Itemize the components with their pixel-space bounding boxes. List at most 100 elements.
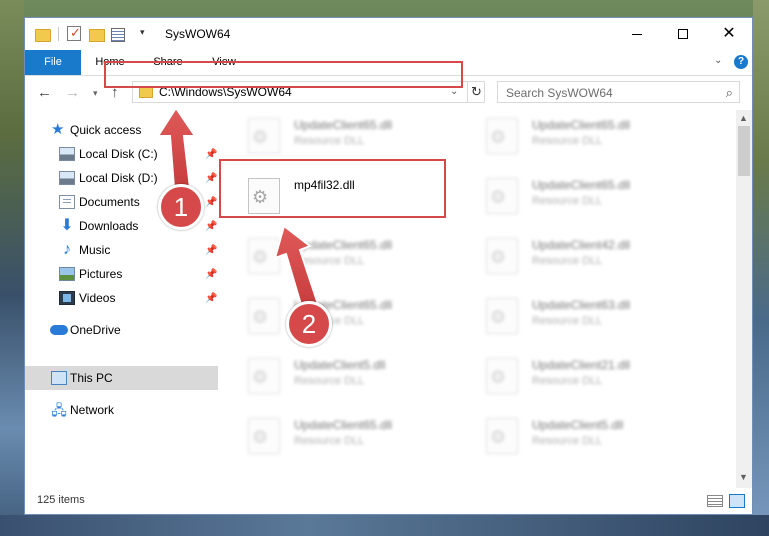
folder-icon[interactable]	[35, 26, 51, 42]
back-arrow-icon[interactable]: ←	[37, 84, 52, 101]
details-view-icon[interactable]	[707, 495, 723, 507]
scroll-down-arrow-icon[interactable]: ▼	[739, 472, 748, 482]
sidebar-item-this-pc[interactable]: This PC	[25, 366, 218, 390]
sidebar-item-label: Local Disk (C:)	[79, 147, 158, 161]
sidebar-item-music[interactable]: ♪ Music 📌	[25, 238, 218, 262]
pin-icon[interactable]: 📌	[205, 197, 217, 208]
file-tile[interactable]: UpdateClient21.dll Resource DLL	[456, 350, 686, 406]
file-name: UpdateClient5.dll	[294, 358, 386, 372]
tab-file[interactable]: File	[25, 50, 81, 75]
title-bar: ▾ SysWOW64 ✕	[25, 18, 752, 50]
sidebar-item-label: Documents	[79, 195, 140, 209]
file-tile[interactable]: UpdateClient65.dll Resource DLL	[218, 410, 448, 466]
maximize-icon	[678, 29, 688, 39]
documents-icon	[59, 195, 75, 209]
large-icons-view-icon[interactable]	[729, 494, 745, 508]
computer-icon	[51, 371, 67, 385]
file-tile[interactable]: UpdateClient65.dll Resource DLL	[218, 230, 448, 286]
file-tile[interactable]: UpdateClient65.dll Resource DLL	[218, 110, 448, 166]
desktop-background-left	[0, 0, 24, 536]
file-tile[interactable]: UpdateClient65.dll Resource DLL	[218, 290, 448, 346]
file-name: UpdateClient65.dll	[294, 238, 393, 252]
dll-file-icon	[248, 238, 280, 274]
file-name: UpdateClient65.dll	[294, 418, 393, 432]
sidebar-item-label: Videos	[79, 291, 116, 305]
file-name: UpdateClient42.dll	[532, 238, 631, 252]
sidebar-item-network[interactable]: 🖧 Network	[25, 398, 218, 422]
file-name: UpdateClient65.dll	[294, 118, 393, 132]
refresh-icon[interactable]: ↻	[467, 82, 485, 102]
search-icon[interactable]: ⌕	[726, 85, 733, 101]
search-input[interactable]: Search SysWOW64 ⌕	[497, 81, 740, 103]
sidebar-item-label: Pictures	[79, 267, 123, 281]
file-tile[interactable]: UpdateClient5.dll Resource DLL	[456, 410, 686, 466]
pin-icon[interactable]: 📌	[205, 149, 217, 160]
maximize-button[interactable]	[660, 18, 706, 50]
file-tile[interactable]: UpdateClient65.dll Resource DLL	[456, 170, 686, 226]
sidebar-item-label: Quick access	[70, 123, 142, 137]
pin-icon[interactable]: 📌	[205, 293, 217, 304]
quick-access-dropdown-icon[interactable]: ▾	[140, 27, 145, 38]
close-icon: ✕	[722, 25, 736, 42]
status-bar: 125 items	[25, 488, 752, 514]
customize-toolbar-icon[interactable]	[111, 26, 131, 42]
sidebar-item-label: Local Disk (D:)	[79, 171, 158, 185]
sidebar-item-pictures[interactable]: Pictures 📌	[25, 262, 218, 286]
close-button[interactable]: ✕	[706, 18, 752, 50]
file-name: UpdateClient21.dll	[532, 358, 631, 372]
sidebar-item-quick-access[interactable]: ★ Quick access	[25, 118, 218, 142]
cloud-icon	[50, 325, 68, 335]
file-type: Resource DLL	[532, 135, 603, 147]
step-1-badge: 1	[158, 184, 204, 230]
properties-check-icon[interactable]	[67, 25, 81, 41]
sidebar-item-onedrive[interactable]: OneDrive	[25, 318, 218, 342]
sidebar-item-videos[interactable]: Videos 📌	[25, 286, 218, 310]
dll-file-icon	[486, 118, 518, 154]
file-tile[interactable]: UpdateClient42.dll Resource DLL	[456, 230, 686, 286]
scroll-up-arrow-icon[interactable]: ▲	[739, 113, 748, 123]
pin-icon[interactable]: 📌	[205, 245, 217, 256]
file-tile[interactable]: UpdateClient5.dll Resource DLL	[218, 350, 448, 406]
window-title: SysWOW64	[165, 27, 231, 41]
new-folder-icon[interactable]	[89, 26, 105, 42]
dll-file-icon	[248, 358, 280, 394]
file-type: Resource DLL	[532, 435, 603, 447]
sidebar-item-local-disk-c[interactable]: Local Disk (C:) 📌	[25, 142, 218, 166]
pin-icon[interactable]: 📌	[205, 269, 217, 280]
dll-file-icon	[486, 238, 518, 274]
network-icon: 🖧	[51, 402, 67, 418]
step-2-badge: 2	[286, 301, 332, 347]
dll-file-icon	[486, 358, 518, 394]
file-highlight	[219, 159, 446, 218]
music-note-icon: ♪	[63, 241, 71, 258]
dll-file-icon	[248, 118, 280, 154]
file-name: UpdateClient65.dll	[532, 118, 631, 132]
pin-icon[interactable]: 📌	[205, 221, 217, 232]
sidebar-item-label: Downloads	[79, 219, 139, 233]
file-tile[interactable]: UpdateClient63.dll Resource DLL	[456, 290, 686, 346]
vertical-scrollbar[interactable]: ▲ ▼	[736, 110, 752, 488]
file-tile[interactable]: UpdateClient65.dll Resource DLL	[456, 110, 686, 166]
file-name: UpdateClient65.dll	[532, 178, 631, 192]
desktop-background-bottom	[0, 515, 769, 536]
videos-icon	[59, 291, 75, 305]
help-icon[interactable]: ?	[734, 55, 748, 69]
pin-icon[interactable]: 📌	[205, 173, 217, 184]
pictures-icon	[59, 267, 75, 281]
file-type: Resource DLL	[294, 135, 365, 147]
file-name: UpdateClient5.dll	[532, 418, 624, 432]
download-arrow-icon: ⬇	[60, 217, 74, 234]
file-type: Resource DLL	[294, 435, 365, 447]
minimize-button[interactable]	[614, 18, 660, 50]
sidebar-item-label: Music	[79, 243, 111, 257]
dll-file-icon	[486, 298, 518, 334]
expand-ribbon-chevron-icon[interactable]: ⌄	[714, 55, 722, 66]
recent-locations-chevron-icon[interactable]: ▾	[93, 88, 98, 99]
item-count: 125 items	[37, 494, 85, 506]
forward-arrow-icon[interactable]: →	[65, 84, 80, 101]
file-type: Resource DLL	[532, 255, 603, 267]
file-type: Resource DLL	[294, 375, 365, 387]
file-type: Resource DLL	[294, 255, 365, 267]
desktop-background-right	[753, 0, 769, 536]
scroll-thumb[interactable]	[738, 126, 750, 176]
